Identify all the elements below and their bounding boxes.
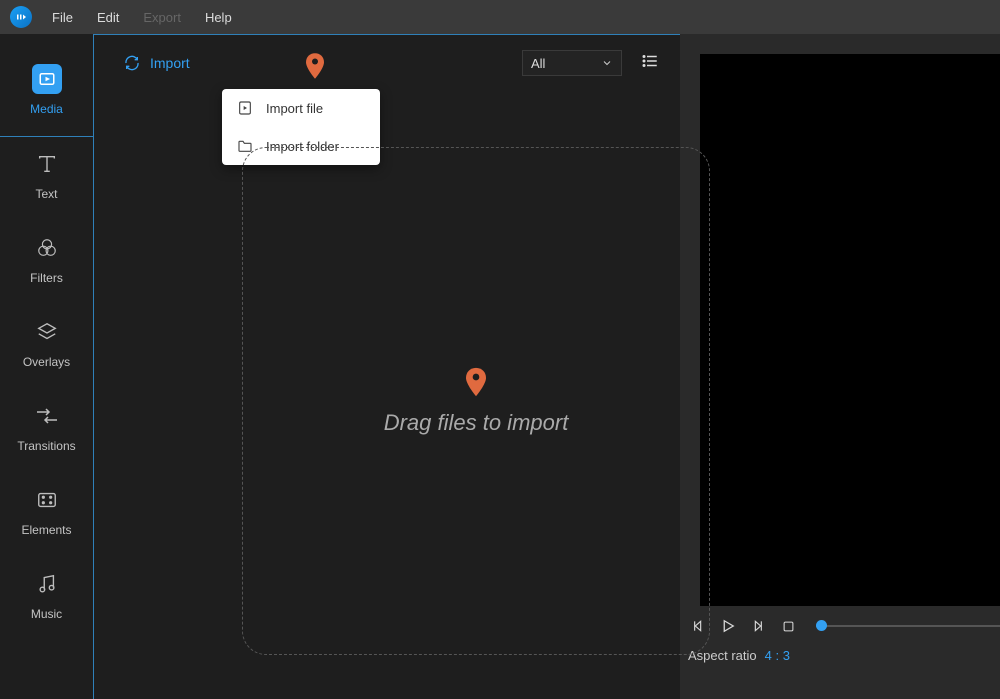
preview-canvas	[700, 54, 1000, 606]
playback-slider[interactable]	[816, 625, 1000, 627]
menubar: File Edit Export Help	[0, 0, 1000, 34]
import-file-label: Import file	[266, 101, 323, 116]
play-button[interactable]	[718, 616, 738, 636]
app-logo	[10, 6, 32, 28]
import-button[interactable]: Import	[124, 55, 190, 71]
transitions-icon	[35, 407, 59, 425]
aspect-ratio-value[interactable]: 4 : 3	[765, 648, 790, 663]
import-label: Import	[150, 55, 190, 71]
sidebar-item-media[interactable]: Media	[8, 52, 86, 136]
filter-label: All	[531, 56, 545, 71]
menu-help[interactable]: Help	[195, 6, 242, 29]
preview-pane: Aspect ratio 4 : 3	[680, 34, 1000, 699]
list-icon	[640, 52, 660, 70]
sidebar-item-label: Media	[30, 102, 63, 116]
music-icon	[36, 573, 58, 595]
sidebar-item-label: Filters	[30, 271, 63, 285]
sidebar-item-label: Elements	[21, 523, 71, 537]
sidebar-item-label: Overlays	[23, 355, 70, 369]
slider-thumb[interactable]	[816, 620, 827, 631]
text-icon	[36, 153, 58, 175]
refresh-icon	[124, 55, 140, 71]
sidebar-item-transitions[interactable]: Transitions	[8, 389, 86, 473]
marker-pin-icon	[466, 367, 486, 402]
overlays-icon	[36, 321, 58, 343]
sidebar-item-label: Transitions	[17, 439, 75, 453]
sidebar-item-label: Text	[35, 187, 57, 201]
sidebar: Media Text Filters Overlays Transi	[0, 34, 93, 699]
filter-dropdown[interactable]: All	[522, 50, 622, 76]
content-pane: Import All Import file	[93, 34, 680, 699]
sidebar-item-filters[interactable]: Filters	[8, 221, 86, 305]
menu-edit[interactable]: Edit	[87, 6, 129, 29]
elements-icon	[36, 489, 58, 511]
menu-file[interactable]: File	[42, 6, 83, 29]
next-frame-button[interactable]	[748, 616, 768, 636]
sidebar-item-text[interactable]: Text	[8, 137, 86, 221]
filters-icon	[36, 237, 58, 259]
chevron-down-icon	[601, 57, 613, 69]
menu-export: Export	[133, 6, 191, 29]
toolbar: Import All	[94, 35, 680, 91]
marker-pin-icon	[306, 53, 324, 84]
file-play-icon	[236, 99, 254, 117]
dropzone[interactable]: Drag files to import	[242, 147, 710, 655]
sidebar-item-elements[interactable]: Elements	[8, 473, 86, 557]
playback-controls	[680, 606, 1000, 636]
import-file-item[interactable]: Import file	[222, 89, 380, 127]
list-view-toggle[interactable]	[640, 52, 660, 75]
aspect-ratio-row: Aspect ratio 4 : 3	[680, 636, 1000, 663]
sidebar-item-music[interactable]: Music	[8, 557, 86, 641]
sidebar-item-label: Music	[31, 607, 62, 621]
dropzone-text: Drag files to import	[384, 410, 569, 436]
sidebar-item-overlays[interactable]: Overlays	[8, 305, 86, 389]
stop-button[interactable]	[778, 616, 798, 636]
